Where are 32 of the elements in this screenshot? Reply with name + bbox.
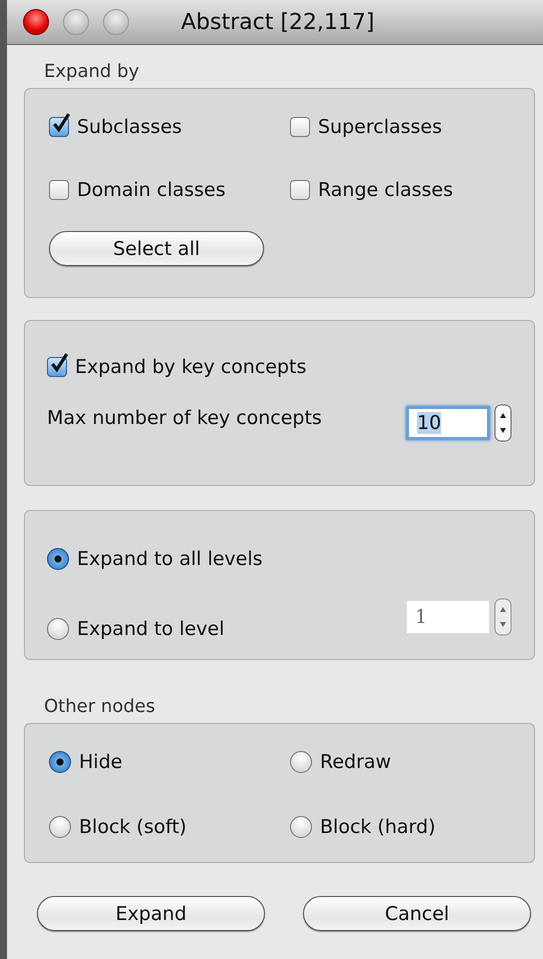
- checkbox-label: Superclasses: [318, 116, 442, 138]
- radio-button[interactable]: [49, 750, 71, 772]
- checkbox-label: Domain classes: [77, 178, 226, 200]
- group-label: Expand by: [44, 61, 140, 83]
- cancel-button[interactable]: Cancel: [303, 896, 531, 931]
- radio-label: Hide: [79, 750, 122, 772]
- group-label: Other nodes: [44, 696, 156, 718]
- zoom-button[interactable]: [103, 9, 129, 35]
- close-button[interactable]: [23, 9, 49, 35]
- number-field[interactable]: 10: [406, 406, 490, 440]
- stepper-icon[interactable]: [494, 404, 512, 442]
- radio-button[interactable]: [47, 548, 69, 570]
- radio-label: Redraw: [320, 750, 392, 772]
- checkbox-label: Expand by key concepts: [75, 356, 306, 378]
- checkbox-label: Range classes: [318, 178, 454, 200]
- radio-label: Expand to all levels: [77, 548, 263, 570]
- select-all-button[interactable]: Select all: [49, 231, 264, 266]
- radio-button[interactable]: [49, 816, 71, 838]
- radio-label: Expand to level: [77, 618, 224, 640]
- window-title: Abstract [22,117]: [181, 10, 374, 34]
- checkbox[interactable]: [290, 116, 310, 136]
- checkbox-label: Subclasses: [77, 116, 182, 138]
- radio-button[interactable]: [47, 618, 69, 640]
- radio-label: Block (soft): [79, 816, 187, 838]
- expand-button[interactable]: Expand: [37, 896, 265, 931]
- checkbox[interactable]: [49, 180, 69, 200]
- checkbox[interactable]: [290, 180, 310, 200]
- minimize-button[interactable]: [63, 9, 89, 35]
- field-label: Max number of key concepts: [47, 407, 322, 429]
- radio-label: Block (hard): [320, 816, 436, 838]
- radio-button[interactable]: [290, 816, 312, 838]
- radio-button[interactable]: [290, 750, 312, 772]
